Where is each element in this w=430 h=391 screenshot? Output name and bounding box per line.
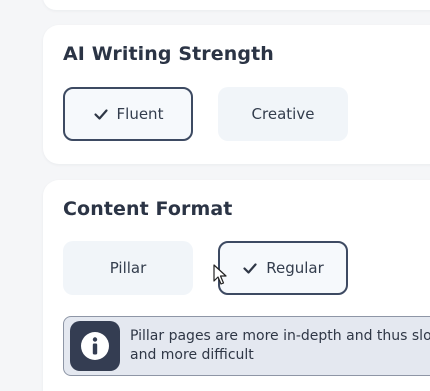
creative-option[interactable]: Creative xyxy=(218,87,348,141)
info-icon xyxy=(70,321,120,371)
regular-option-label: Regular xyxy=(266,259,324,277)
fluent-option[interactable]: Fluent xyxy=(63,87,193,141)
content-format-card: Content Format Pillar Regular Pillar pag… xyxy=(43,180,430,391)
page: AI Writing Strength Fluent Creative Cont… xyxy=(0,0,430,391)
format-info-text: Pillar pages are more in-depth and thus … xyxy=(130,328,430,363)
ai-writing-strength-title: AI Writing Strength xyxy=(63,43,274,65)
previous-card xyxy=(43,0,430,10)
check-icon xyxy=(242,260,258,276)
content-format-title: Content Format xyxy=(63,198,233,220)
regular-option[interactable]: Regular xyxy=(218,241,348,295)
format-info-box: Pillar pages are more in-depth and thus … xyxy=(63,316,430,376)
ai-writing-strength-card: AI Writing Strength Fluent Creative xyxy=(43,25,430,164)
pillar-option-label: Pillar xyxy=(109,259,147,277)
fluent-option-label: Fluent xyxy=(116,105,164,123)
check-icon xyxy=(93,106,109,122)
pillar-option[interactable]: Pillar xyxy=(63,241,193,295)
creative-option-label: Creative xyxy=(251,105,315,123)
